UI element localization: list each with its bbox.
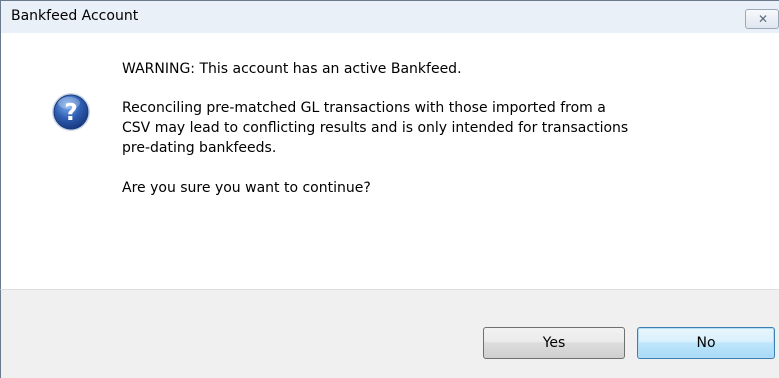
close-button[interactable]: ✕ [745, 9, 779, 29]
confirmation-question: Are you sure you want to continue? [122, 180, 371, 196]
yes-button[interactable]: Yes [483, 327, 625, 359]
no-button[interactable]: No [637, 327, 775, 359]
warning-text: WARNING: This account has an active Bank… [122, 61, 462, 77]
detail-line-2: CSV may lead to conflicting results and … [122, 120, 629, 136]
dialog-title: Bankfeed Account [11, 8, 139, 24]
detail-line-3: pre-dating bankfeeds. [122, 140, 277, 156]
message-area: ? WARNING: This account has an active Ba… [0, 33, 779, 289]
bankfeed-account-dialog: Bankfeed Account ✕ ? WARNING: This accou… [0, 0, 779, 378]
svg-text:?: ? [64, 100, 77, 126]
detail-line-1: Reconciling pre-matched GL transactions … [122, 100, 606, 116]
close-icon: ✕ [758, 12, 769, 26]
title-bar[interactable]: Bankfeed Account ✕ [0, 0, 779, 33]
question-icon: ? [52, 93, 90, 131]
